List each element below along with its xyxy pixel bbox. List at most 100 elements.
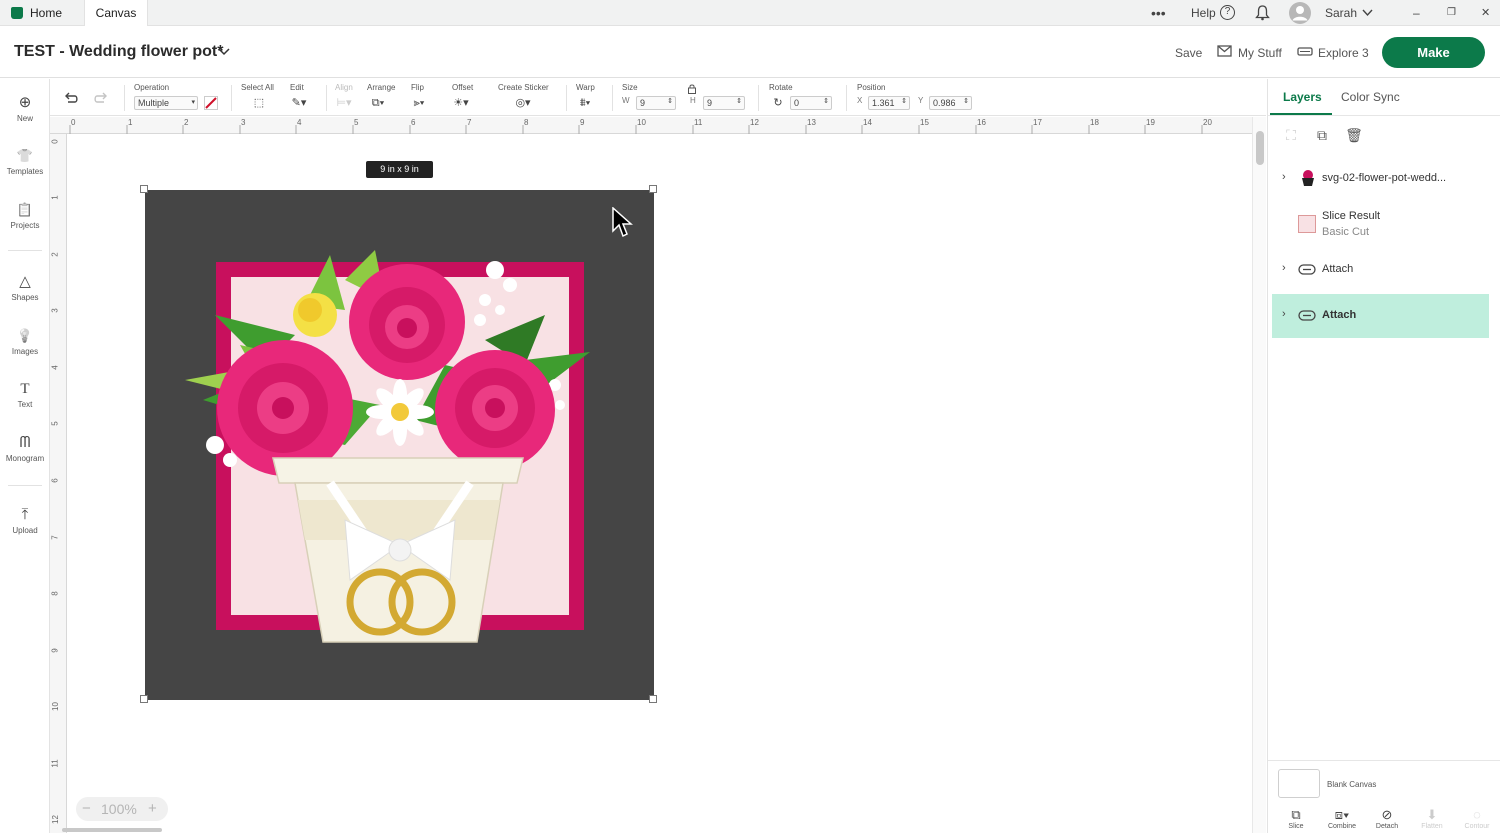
nav-shapes[interactable]: △ Shapes bbox=[0, 267, 50, 315]
nav-monogram[interactable]: ᗰ Monogram bbox=[0, 428, 50, 476]
group-icon[interactable]: ⛶ bbox=[1281, 126, 1301, 144]
operation-select[interactable]: Multiple ▾ bbox=[134, 96, 198, 110]
toolbar-divider bbox=[326, 85, 327, 111]
expand-chevron-icon[interactable]: › bbox=[1282, 308, 1286, 320]
avatar[interactable] bbox=[1288, 1, 1312, 25]
more-options-icon[interactable]: ••• bbox=[1151, 0, 1166, 26]
my-stuff-link[interactable]: My Stuff bbox=[1238, 46, 1282, 60]
contour-button[interactable]: ◌ Contour bbox=[1457, 807, 1497, 830]
resize-handle-bottom-left[interactable] bbox=[140, 695, 148, 703]
x-stepper-icon[interactable]: ⇕ bbox=[901, 96, 907, 108]
toolbar-divider bbox=[846, 85, 847, 111]
make-button[interactable]: Make bbox=[1382, 37, 1485, 68]
nav-new[interactable]: ⊕ New bbox=[0, 88, 50, 136]
blank-canvas-swatch[interactable] bbox=[1278, 769, 1320, 798]
height-stepper-icon[interactable]: ⇕ bbox=[736, 96, 742, 108]
ruler-top: 0 1 2 3 4 5 6 7 8 9 10 11 12 13 14 15 16… bbox=[50, 117, 1252, 134]
minimize-window-icon[interactable]: – bbox=[1413, 0, 1420, 26]
width-input[interactable]: 9 ⇕ bbox=[636, 96, 676, 110]
select-all-icon[interactable]: ⬚ bbox=[248, 96, 270, 110]
help-icon[interactable]: ? bbox=[1220, 5, 1235, 20]
resize-handle-bottom-right[interactable] bbox=[649, 695, 657, 703]
shapes-icon: △ bbox=[19, 273, 31, 290]
slice-icon: ⧉ bbox=[1291, 807, 1301, 822]
ruler-left-tick: 3 bbox=[50, 308, 60, 313]
detach-label: Detach bbox=[1375, 823, 1399, 830]
canvas-vertical-scrollbar[interactable] bbox=[1252, 117, 1266, 833]
ruler-left-tick: 1 bbox=[50, 195, 60, 200]
nav-projects[interactable]: 📋 Projects bbox=[0, 195, 50, 243]
y-stepper-icon[interactable]: ⇕ bbox=[963, 96, 969, 108]
user-chevron-down-icon[interactable] bbox=[1362, 9, 1373, 17]
size-lock-icon[interactable] bbox=[688, 84, 696, 94]
layer-item[interactable]: › Attach bbox=[1272, 248, 1489, 292]
flip-icon[interactable]: ⫸▾ bbox=[408, 96, 430, 110]
nav-templates[interactable]: 👕 Templates bbox=[0, 141, 50, 189]
create-sticker-icon[interactable]: ◎▾ bbox=[512, 96, 534, 110]
tab-color-sync[interactable]: Color Sync bbox=[1341, 90, 1400, 104]
bell-icon[interactable] bbox=[1255, 5, 1270, 21]
height-input[interactable]: 9 ⇕ bbox=[703, 96, 745, 110]
flower-pot-image bbox=[185, 250, 590, 643]
duplicate-icon[interactable]: ⧉ bbox=[1312, 126, 1332, 144]
project-title-chevron-icon[interactable] bbox=[218, 48, 230, 56]
machine-selector[interactable]: Explore 3 bbox=[1318, 46, 1369, 60]
operation-color-swatch[interactable] bbox=[204, 96, 218, 110]
zoom-out-button[interactable]: − bbox=[82, 800, 91, 817]
restore-window-icon[interactable]: ❐ bbox=[1447, 0, 1456, 26]
x-input[interactable]: 1.361 ⇕ bbox=[868, 96, 910, 110]
close-window-icon[interactable]: ✕ bbox=[1481, 0, 1490, 26]
ruler-left: 0 1 2 3 4 5 6 7 8 9 10 11 12 bbox=[50, 134, 67, 833]
layer-operation: Basic Cut bbox=[1322, 226, 1370, 238]
layer-item[interactable]: Slice Result Basic Cut bbox=[1272, 203, 1489, 247]
tab-home-label: Home bbox=[30, 6, 63, 20]
nav-images[interactable]: 💡 Images bbox=[0, 321, 50, 369]
y-input[interactable]: 0.986 ⇕ bbox=[929, 96, 972, 110]
rotate-input[interactable]: 0 ⇕ bbox=[790, 96, 832, 110]
offset-icon[interactable]: ☀▾ bbox=[450, 96, 472, 110]
user-name[interactable]: Sarah bbox=[1325, 0, 1357, 26]
arrange-icon[interactable]: ⧉▾ bbox=[367, 96, 389, 110]
nav-upload[interactable]: ⤒ Upload bbox=[0, 500, 50, 548]
detach-button[interactable]: ⊘ Detach bbox=[1367, 807, 1407, 830]
canvas-horizontal-scrollbar[interactable] bbox=[62, 828, 162, 832]
mail-icon[interactable] bbox=[1217, 45, 1232, 57]
resize-handle-top-right[interactable] bbox=[649, 185, 657, 193]
tab-home[interactable]: Home bbox=[8, 0, 62, 26]
delete-icon[interactable]: 🗑 bbox=[1344, 126, 1364, 144]
rotate-icon[interactable]: ↻ bbox=[767, 96, 789, 110]
new-icon: ⊕ bbox=[18, 94, 32, 111]
expand-chevron-icon[interactable]: › bbox=[1282, 262, 1286, 274]
project-title[interactable]: TEST - Wedding flower pot* bbox=[14, 43, 223, 61]
layer-item[interactable]: › Attach bbox=[1272, 294, 1489, 338]
create-sticker-group: Create Sticker ◎▾ bbox=[498, 79, 558, 116]
slice-button[interactable]: ⧉ Slice bbox=[1276, 807, 1316, 830]
design-artwork[interactable] bbox=[140, 185, 657, 703]
undo-icon[interactable] bbox=[63, 92, 79, 104]
select-all-label: Select All bbox=[241, 83, 274, 92]
expand-chevron-icon[interactable]: › bbox=[1282, 171, 1286, 183]
combine-button[interactable]: ⧈▾ Combine bbox=[1322, 807, 1362, 830]
contour-label: Contour bbox=[1464, 823, 1490, 830]
layer-item[interactable]: › svg-02-flower-pot-wedd... bbox=[1272, 157, 1489, 201]
scrollbar-thumb[interactable] bbox=[1256, 131, 1264, 165]
help-link[interactable]: Help bbox=[1191, 0, 1216, 26]
flatten-button[interactable]: ⬇ Flatten bbox=[1412, 807, 1452, 830]
zoom-in-button[interactable]: + bbox=[148, 800, 157, 817]
nav-text[interactable]: T Text bbox=[0, 374, 50, 422]
warp-icon[interactable]: ⩩▾ bbox=[574, 96, 596, 110]
tab-canvas[interactable]: Canvas bbox=[84, 0, 148, 26]
machine-icon[interactable] bbox=[1297, 45, 1313, 57]
layer-color-swatch[interactable] bbox=[1298, 215, 1316, 233]
ruler-left-tick: 7 bbox=[50, 535, 60, 540]
save-button[interactable]: Save bbox=[1175, 46, 1202, 60]
panel-divider bbox=[1268, 760, 1500, 761]
tab-layers[interactable]: Layers bbox=[1283, 90, 1322, 104]
align-icon[interactable]: ⊨▾ bbox=[333, 96, 355, 110]
redo-icon[interactable] bbox=[93, 92, 109, 104]
toolbar-divider bbox=[758, 85, 759, 111]
rotate-stepper-icon[interactable]: ⇕ bbox=[823, 96, 829, 108]
edit-pencil-icon[interactable]: ✎▾ bbox=[288, 96, 310, 110]
resize-handle-top-left[interactable] bbox=[140, 185, 148, 193]
width-stepper-icon[interactable]: ⇕ bbox=[667, 96, 673, 108]
